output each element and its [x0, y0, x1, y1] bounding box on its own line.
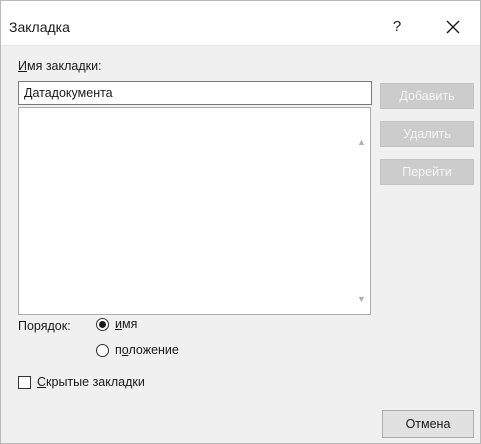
label-text: мя закладки: — [26, 59, 102, 73]
order-by-name-radio[interactable]: имя — [96, 317, 137, 331]
bookmark-name-label: Имя закладки: — [18, 59, 102, 73]
radio-label-pre: п — [115, 343, 122, 357]
title-bar: Закладка ? — [1, 1, 480, 46]
scroll-up-icon[interactable]: ▲ — [357, 138, 366, 147]
order-label: Порядок: — [18, 319, 71, 333]
scroll-down-icon[interactable]: ▼ — [357, 295, 366, 304]
radio-label-position: положение — [115, 343, 179, 357]
goto-button[interactable]: Перейти — [380, 159, 474, 185]
label-accelerator: И — [18, 59, 27, 73]
radio-label-name: имя — [115, 317, 137, 331]
radio-label-post: ложение — [128, 343, 179, 357]
hidden-bookmarks-checkbox[interactable]: Скрытые закладки — [18, 375, 145, 389]
radio-checked-icon[interactable] — [96, 317, 109, 331]
list-scrollbar[interactable]: ▲ ▼ — [353, 108, 370, 314]
bookmark-list[interactable]: ▲ ▼ — [18, 107, 371, 315]
bookmark-name-input[interactable]: Датадокумента — [18, 81, 372, 105]
checkbox-box[interactable] — [18, 375, 31, 389]
hidden-bookmarks-label: Скрытые закладки — [37, 375, 145, 389]
delete-button[interactable]: Удалить — [380, 121, 474, 147]
bookmark-dialog: Закладка ? Имя закладки: Датадокумента ▲… — [0, 0, 481, 444]
checkbox-label-accelerator: С — [37, 375, 47, 389]
dialog-title: Закладка — [9, 19, 70, 35]
radio-label-post: мя — [121, 317, 138, 331]
close-icon — [446, 20, 460, 34]
cancel-button[interactable]: Отмена — [382, 410, 474, 438]
help-button[interactable]: ? — [387, 17, 407, 37]
order-by-position-radio[interactable]: положение — [96, 343, 179, 357]
add-button[interactable]: Добавить — [380, 83, 474, 109]
radio-label-accelerator: и — [115, 317, 122, 331]
checkbox-label-text: крытые закладки — [46, 375, 145, 389]
radio-unchecked-icon[interactable] — [96, 343, 109, 357]
close-button[interactable] — [438, 13, 468, 41]
